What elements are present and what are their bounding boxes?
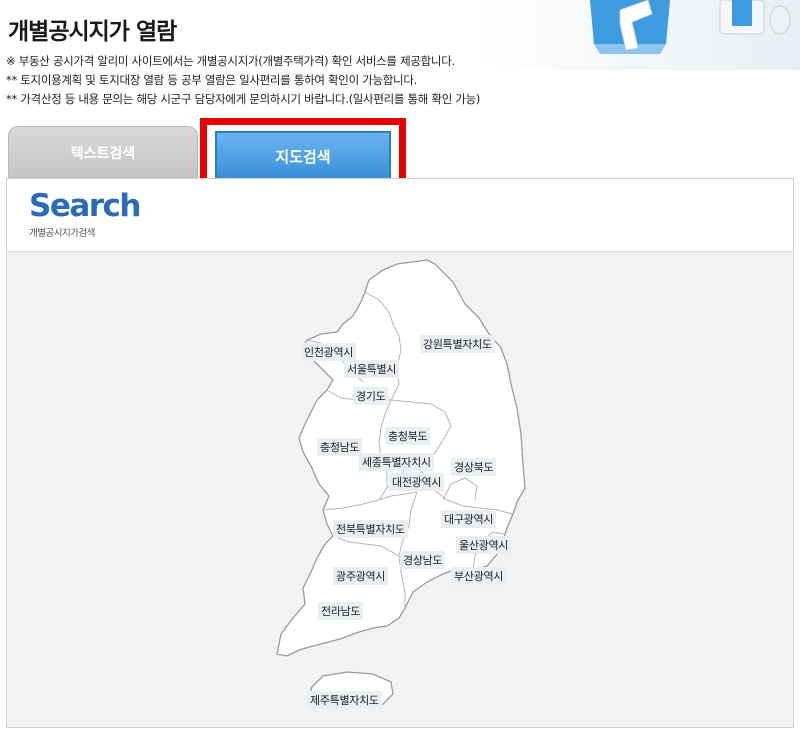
- search-logo-subtitle: 개별공시지가검색: [29, 228, 95, 239]
- notice-line: ※ 부동산 공시가격 알리미 사이트에서는 개별공시지가(개별주택가격) 확인 …: [6, 54, 455, 68]
- search-logo: Search 개별공시지가검색: [29, 188, 142, 239]
- header-illustration: [470, 0, 800, 70]
- region-label-gyeonggi[interactable]: 경기도: [353, 387, 389, 405]
- region-label-jeonbuk[interactable]: 전북특별자치도: [333, 520, 408, 538]
- region-label-busan[interactable]: 부산광역시: [451, 567, 507, 585]
- notice-line: ** 가격산정 등 내용 문의는 해당 시군구 담당자에게 문의하시기 바랍니다…: [6, 92, 481, 106]
- region-label-chungnam[interactable]: 충청남도: [317, 438, 363, 456]
- notice-list: ※ 부동산 공시가격 알리미 사이트에서는 개별공시지가(개별주택가격) 확인 …: [6, 52, 480, 109]
- region-label-chungbuk[interactable]: 충청북도: [385, 427, 431, 445]
- region-label-gangwon[interactable]: 강원특별자치도: [420, 335, 495, 353]
- page-title: 개별공시지가 열람: [8, 19, 177, 45]
- search-panel: Search 개별공시지가검색 인천광역시 강원특별자치도 서울특별시 경기도: [6, 178, 794, 728]
- region-label-jeju[interactable]: 제주특별자치도: [307, 691, 382, 709]
- notice-line: ** 토지이용계획 및 토지대장 열람 등 공부 열람은 일사편리를 통하여 확…: [6, 73, 417, 87]
- region-label-ulsan[interactable]: 울산광역시: [456, 536, 512, 554]
- region-label-gwangju[interactable]: 광주광역시: [333, 567, 389, 585]
- region-label-daegu[interactable]: 대구광역시: [441, 510, 497, 528]
- region-label-seoul[interactable]: 서울특별시: [344, 360, 400, 378]
- region-label-jeonnam[interactable]: 전라남도: [318, 602, 364, 620]
- region-label-gyeongbuk[interactable]: 경상북도: [451, 458, 497, 476]
- region-label-incheon[interactable]: 인천광역시: [301, 343, 357, 361]
- search-logo-word: Search: [29, 188, 142, 224]
- region-label-sejong[interactable]: 세종특별자치시: [359, 453, 434, 471]
- region-label-gyeongnam[interactable]: 경상남도: [400, 551, 446, 569]
- region-label-daejeon[interactable]: 대전광역시: [389, 473, 445, 491]
- tab-text-search[interactable]: 텍스트검색: [8, 126, 198, 179]
- korea-map: 인천광역시 강원특별자치도 서울특별시 경기도 충청북도 충청남도 세종특별자치…: [7, 252, 793, 727]
- tab-map-search[interactable]: 지도검색: [215, 131, 391, 181]
